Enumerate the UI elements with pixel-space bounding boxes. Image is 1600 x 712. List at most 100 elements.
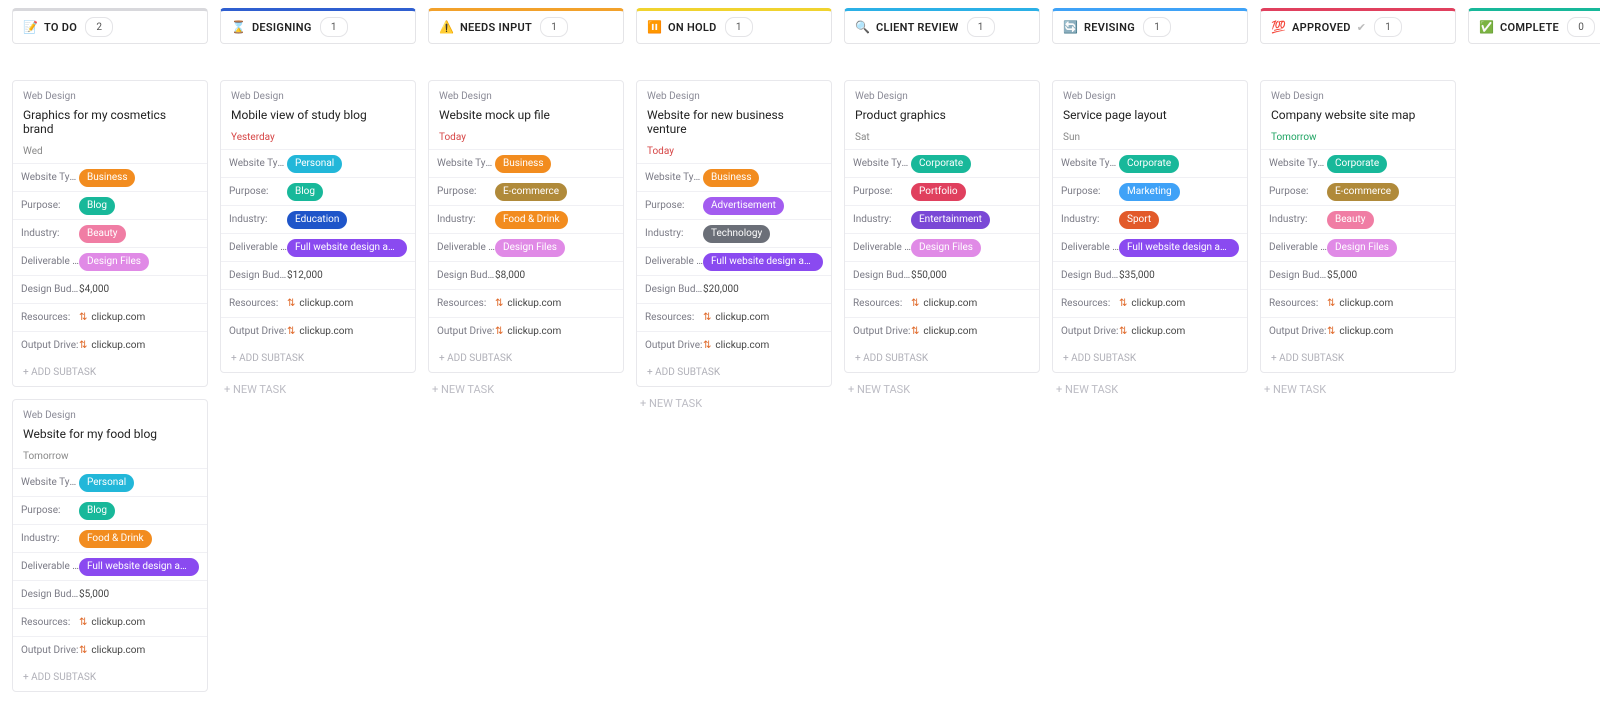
pill-industry[interactable]: Beauty xyxy=(1327,211,1374,229)
resources-value[interactable]: clickup.com xyxy=(299,298,353,309)
resources-value[interactable]: clickup.com xyxy=(507,298,561,309)
task-title[interactable]: Company website site map xyxy=(1271,108,1445,122)
project-label: Web Design xyxy=(855,91,1029,102)
add-subtask-button[interactable]: + ADD SUBTASK xyxy=(13,664,207,691)
pill-deliverable[interactable]: Design Files xyxy=(495,239,565,257)
task-card[interactable]: Web DesignProduct graphicsSatWebsite Typ… xyxy=(844,80,1040,373)
pill-website-type[interactable]: Corporate xyxy=(1327,155,1387,173)
task-title[interactable]: Product graphics xyxy=(855,108,1029,122)
output-value[interactable]: clickup.com xyxy=(91,340,145,351)
label-deliverable: Deliverable ... xyxy=(1269,242,1327,253)
add-subtask-button[interactable]: + ADD SUBTASK xyxy=(221,345,415,372)
output-value[interactable]: clickup.com xyxy=(715,340,769,351)
pill-website-type[interactable]: Business xyxy=(495,155,551,173)
pill-website-type[interactable]: Personal xyxy=(79,474,134,492)
column-header[interactable]: ⏸️ON HOLD1 xyxy=(636,8,832,44)
output-value[interactable]: clickup.com xyxy=(299,326,353,337)
task-card[interactable]: Web DesignService page layoutSunWebsite … xyxy=(1052,80,1248,373)
task-title[interactable]: Service page layout xyxy=(1063,108,1237,122)
output-value[interactable]: clickup.com xyxy=(1131,326,1185,337)
pill-deliverable[interactable]: Full website design and lay... xyxy=(1119,239,1239,257)
label-website-type: Website Type: xyxy=(1061,158,1119,169)
output-value[interactable]: clickup.com xyxy=(507,326,561,337)
pill-deliverable[interactable]: Full website design and lay... xyxy=(79,558,199,576)
project-label: Web Design xyxy=(231,91,405,102)
pill-purpose[interactable]: E-commerce xyxy=(1327,183,1399,201)
resources-value[interactable]: clickup.com xyxy=(91,617,145,628)
pill-deliverable[interactable]: Full website design and lay... xyxy=(287,239,407,257)
output-value[interactable]: clickup.com xyxy=(91,645,145,656)
column-header[interactable]: ✅COMPLETE0 xyxy=(1468,8,1600,44)
pill-purpose[interactable]: Portfolio xyxy=(911,183,966,201)
add-subtask-button[interactable]: + ADD SUBTASK xyxy=(1053,345,1247,372)
add-subtask-button[interactable]: + ADD SUBTASK xyxy=(429,345,623,372)
pill-industry[interactable]: Sport xyxy=(1119,211,1159,229)
task-card[interactable]: Web DesignMobile view of study blogYeste… xyxy=(220,80,416,373)
resources-value[interactable]: clickup.com xyxy=(1131,298,1185,309)
task-title[interactable]: Graphics for my cosmetics brand xyxy=(23,108,197,136)
label-industry: Industry: xyxy=(437,214,495,225)
pill-purpose[interactable]: Blog xyxy=(287,183,323,201)
task-card[interactable]: Web DesignWebsite mock up fileTodayWebsi… xyxy=(428,80,624,373)
pill-industry[interactable]: Technology xyxy=(703,225,770,243)
column-header[interactable]: ⌛DESIGNING1 xyxy=(220,8,416,44)
column-header[interactable]: 💯APPROVED✔1 xyxy=(1260,8,1456,44)
pill-website-type[interactable]: Corporate xyxy=(1119,155,1179,173)
pill-deliverable[interactable]: Full website design and lay... xyxy=(703,253,823,271)
label-deliverable: Deliverable ... xyxy=(437,242,495,253)
pill-purpose[interactable]: Marketing xyxy=(1119,183,1180,201)
output-value[interactable]: clickup.com xyxy=(1339,326,1393,337)
label-output-drive: Output Drive: xyxy=(1269,326,1327,337)
pill-industry[interactable]: Food & Drink xyxy=(79,530,152,548)
resources-value[interactable]: clickup.com xyxy=(923,298,977,309)
pill-industry[interactable]: Beauty xyxy=(79,225,126,243)
column-header[interactable]: 🔍CLIENT REVIEW1 xyxy=(844,8,1040,44)
pill-website-type[interactable]: Corporate xyxy=(911,155,971,173)
pill-deliverable[interactable]: Design Files xyxy=(1327,239,1397,257)
pill-deliverable[interactable]: Design Files xyxy=(79,253,149,271)
new-task-button[interactable]: + NEW TASK xyxy=(428,373,624,396)
task-card[interactable]: Web DesignWebsite for new business ventu… xyxy=(636,80,832,387)
resources-value[interactable]: clickup.com xyxy=(91,312,145,323)
pill-purpose[interactable]: Advertisement xyxy=(703,197,784,215)
pill-purpose[interactable]: Blog xyxy=(79,502,115,520)
add-subtask-button[interactable]: + ADD SUBTASK xyxy=(13,359,207,386)
task-title[interactable]: Website mock up file xyxy=(439,108,613,122)
task-title[interactable]: Mobile view of study blog xyxy=(231,108,405,122)
pill-website-type[interactable]: Business xyxy=(79,169,135,187)
column-header[interactable]: 🔄REVISING1 xyxy=(1052,8,1248,44)
column-header[interactable]: ⚠️NEEDS INPUT1 xyxy=(428,8,624,44)
resources-value[interactable]: clickup.com xyxy=(715,312,769,323)
pill-website-type[interactable]: Business xyxy=(703,169,759,187)
new-task-button[interactable]: + NEW TASK xyxy=(1260,373,1456,396)
column-status-icon: 📝 xyxy=(23,21,38,33)
pill-industry[interactable]: Education xyxy=(287,211,347,229)
label-deliverable: Deliverable ... xyxy=(645,256,703,267)
new-task-button[interactable]: + NEW TASK xyxy=(844,373,1040,396)
label-deliverable: Deliverable ... xyxy=(853,242,911,253)
column-status-icon: 💯 xyxy=(1271,21,1286,33)
task-card[interactable]: Web DesignGraphics for my cosmetics bran… xyxy=(12,80,208,387)
pill-industry[interactable]: Food & Drink xyxy=(495,211,568,229)
task-card[interactable]: Web DesignWebsite for my food blogTomorr… xyxy=(12,399,208,692)
pill-website-type[interactable]: Personal xyxy=(287,155,342,173)
add-subtask-button[interactable]: + ADD SUBTASK xyxy=(637,359,831,386)
label-purpose: Purpose: xyxy=(1061,186,1119,197)
add-subtask-button[interactable]: + ADD SUBTASK xyxy=(845,345,1039,372)
link-icon: ⇅ xyxy=(79,312,87,323)
task-title[interactable]: Website for new business venture xyxy=(647,108,821,136)
label-website-type: Website Type: xyxy=(21,477,79,488)
column-header[interactable]: 📝TO DO2 xyxy=(12,8,208,44)
new-task-button[interactable]: + NEW TASK xyxy=(1052,373,1248,396)
add-subtask-button[interactable]: + ADD SUBTASK xyxy=(1261,345,1455,372)
output-value[interactable]: clickup.com xyxy=(923,326,977,337)
new-task-button[interactable]: + NEW TASK xyxy=(220,373,416,396)
new-task-button[interactable]: + NEW TASK xyxy=(636,387,832,410)
resources-value[interactable]: clickup.com xyxy=(1339,298,1393,309)
pill-purpose[interactable]: Blog xyxy=(79,197,115,215)
pill-industry[interactable]: Entertainment xyxy=(911,211,990,229)
task-title[interactable]: Website for my food blog xyxy=(23,427,197,441)
task-card[interactable]: Web DesignCompany website site mapTomorr… xyxy=(1260,80,1456,373)
pill-deliverable[interactable]: Design Files xyxy=(911,239,981,257)
pill-purpose[interactable]: E-commerce xyxy=(495,183,567,201)
